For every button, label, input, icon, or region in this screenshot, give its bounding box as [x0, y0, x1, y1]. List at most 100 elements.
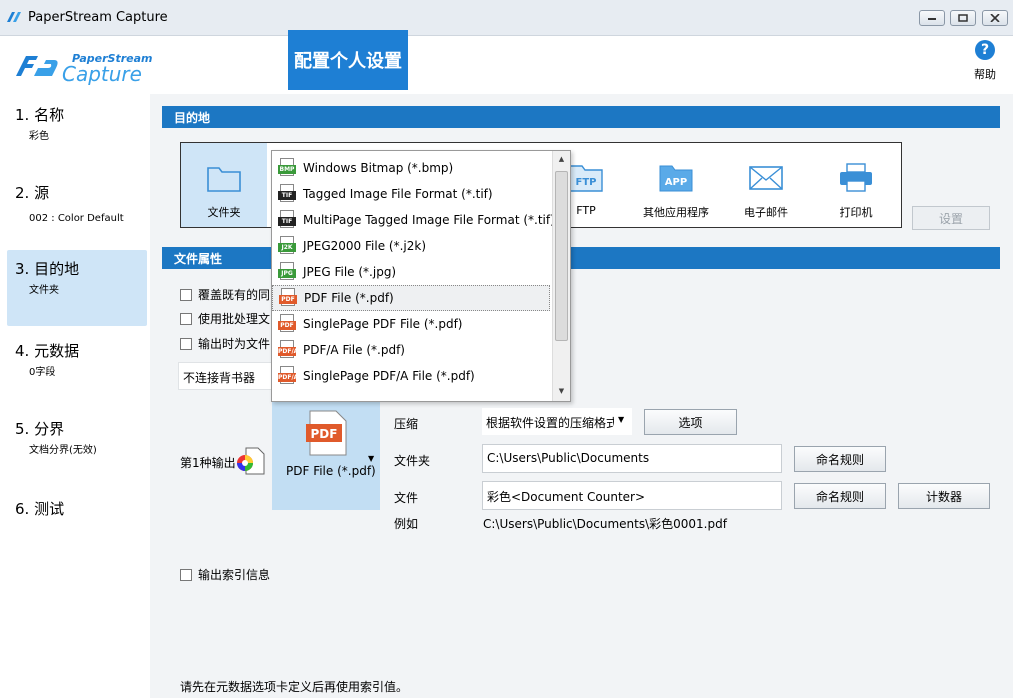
dropdown-option[interactable]: PDF/A PDF/A File (*.pdf)	[272, 337, 550, 363]
nav-step-sub: 0字段	[29, 367, 56, 378]
email-icon	[749, 166, 783, 190]
output-format-button[interactable]: PDF PDF File (*.pdf) ▼	[272, 394, 380, 510]
checkbox-box[interactable]	[180, 288, 192, 301]
logo-line2: Capture	[62, 62, 142, 86]
counter-button[interactable]: 计数器	[898, 483, 990, 509]
compression-select[interactable]: 根据软件设置的压缩格式 ▼	[482, 408, 632, 435]
dropdown-option[interactable]: TIF MultiPage Tagged Image File Format (*…	[272, 207, 555, 233]
nav-step-destination[interactable]: 3. 目的地 文件夹	[7, 250, 147, 326]
dropdown-option[interactable]: JPG JPEG File (*.jpg)	[272, 259, 550, 285]
nav-step-sub: 文档分界(无效)	[29, 445, 97, 456]
dropdown-option-label: Tagged Image File Format (*.tif)	[303, 187, 493, 201]
compression-label: 压缩	[394, 417, 419, 431]
destination-printer[interactable]: 打印机	[813, 143, 899, 227]
help-label: 帮助	[974, 68, 996, 81]
dropdown-option-label: Windows Bitmap (*.bmp)	[303, 161, 454, 175]
minimize-button[interactable]	[919, 10, 945, 26]
dropdown-option[interactable]: BMP Windows Bitmap (*.bmp)	[272, 155, 550, 181]
nav-step-name[interactable]: 1. 名称 彩色	[7, 96, 147, 172]
dropdown-option-label: SinglePage PDF File (*.pdf)	[303, 317, 463, 331]
compression-value: 根据软件设置的压缩格式	[486, 416, 614, 430]
file-type-icon: JPG	[278, 262, 296, 282]
dropdown-option[interactable]: J2K JPEG2000 File (*.j2k)	[272, 233, 550, 259]
tab-personal-settings[interactable]: 配置个人设置	[288, 30, 408, 90]
destination-folder[interactable]: 文件夹	[181, 143, 267, 227]
batch-file-checkbox[interactable]: 使用批处理文	[180, 310, 270, 327]
checkbox-box[interactable]	[180, 312, 192, 325]
destination-folder-label: 文件夹	[207, 206, 241, 219]
destination-printer-label: 打印机	[839, 206, 873, 219]
file-type-icon: PDF/A	[278, 366, 298, 386]
output-file-checkbox[interactable]: 输出时为文件	[180, 335, 270, 352]
dropdown-option-label: MultiPage Tagged Image File Format (*.ti…	[303, 213, 555, 227]
scroll-thumb[interactable]	[555, 171, 568, 341]
scroll-down-icon[interactable]: ▼	[553, 383, 570, 399]
maximize-button[interactable]	[950, 10, 976, 26]
nav-step-label: 5. 分界	[15, 420, 65, 438]
nav-step-label: 2. 源	[15, 184, 50, 202]
app-header: PaperStream Capture 配置个人设置 ? 帮助	[0, 30, 1013, 94]
dropdown-scrollbar[interactable]: ▲ ▼	[552, 151, 570, 401]
app-badge: APP	[665, 177, 687, 188]
nav-step-label: 3. 目的地	[15, 260, 80, 278]
file-label: 文件	[394, 491, 419, 505]
example-label: 例如	[394, 517, 419, 531]
nav-step-label: 1. 名称	[15, 106, 65, 124]
close-icon	[990, 14, 1000, 22]
file-type-icon: PDF	[278, 314, 296, 334]
ftp-badge: FTP	[576, 177, 597, 188]
file-format-dropdown: BMP Windows Bitmap (*.bmp) TIF Tagged Image…	[271, 150, 571, 402]
output-format-label: PDF File (*.pdf)	[286, 464, 376, 478]
file-type-icon: TIF	[278, 184, 296, 204]
file-name-input[interactable]: 彩色<Document Counter>	[482, 481, 782, 510]
nav-step-sub: 彩色	[29, 131, 49, 142]
destination-other-app-label: 其他应用程序	[643, 206, 709, 219]
file-type-icon: J2K	[278, 236, 296, 256]
folder-naming-rule-button[interactable]: 命名规则	[794, 446, 886, 472]
title-bar: PaperStream Capture	[0, 0, 1013, 36]
left-nav: 1. 名称 彩色 2. 源 002 : Color Default 3. 目的地…	[0, 94, 150, 698]
example-path: C:\Users\Public\Documents\彩色0001.pdf	[483, 517, 727, 531]
nav-step-source[interactable]: 2. 源 002 : Color Default	[7, 174, 147, 250]
help-button[interactable]: ? 帮助	[966, 40, 1004, 82]
chevron-down-icon: ▼	[618, 415, 625, 424]
dropdown-option-label: SinglePage PDF/A File (*.pdf)	[303, 369, 475, 383]
nav-step-sub: 文件夹	[29, 285, 59, 296]
file-naming-rule-button[interactable]: 命名规则	[794, 483, 886, 509]
checkbox-label: 使用批处理文	[198, 312, 271, 326]
file-type-icon: PDF/A	[278, 340, 298, 360]
destination-other-app[interactable]: APP 其他应用程序	[633, 143, 719, 227]
app-icon	[7, 12, 21, 22]
dropdown-option-label: PDF File (*.pdf)	[304, 291, 394, 305]
paperstream-logo: PaperStream Capture	[14, 46, 174, 86]
pdf-file-icon: PDF	[306, 410, 347, 456]
destination-email-label: 电子邮件	[744, 206, 788, 219]
checkbox-label: 覆盖既有的同	[198, 288, 271, 302]
settings-button[interactable]: 设置	[912, 206, 990, 230]
checkbox-box[interactable]	[180, 337, 192, 350]
nav-step-separation[interactable]: 5. 分界 文档分界(无效)	[7, 410, 147, 486]
dropdown-option[interactable]: PDF PDF File (*.pdf)	[272, 285, 550, 311]
dropdown-option[interactable]: PDF SinglePage PDF File (*.pdf)	[272, 311, 550, 337]
options-button[interactable]: 选项	[644, 409, 737, 435]
checkbox-box[interactable]	[180, 568, 192, 581]
output-label: 第1种输出	[180, 456, 236, 470]
close-button[interactable]	[982, 10, 1008, 26]
maximize-icon	[958, 14, 968, 22]
dropdown-option[interactable]: PDF/A SinglePage PDF/A File (*.pdf)	[272, 363, 550, 389]
destination-email[interactable]: 电子邮件	[723, 143, 809, 227]
endorser-select[interactable]: 不连接背书器	[178, 362, 272, 390]
file-type-icon: BMP	[278, 158, 296, 178]
folder-label: 文件夹	[394, 454, 431, 468]
scroll-up-icon[interactable]: ▲	[553, 151, 570, 167]
checkbox-label: 输出时为文件	[198, 337, 271, 351]
index-info-checkbox[interactable]: 输出索引信息	[180, 566, 270, 583]
window-title: PaperStream Capture	[28, 10, 168, 25]
dropdown-option[interactable]: TIF Tagged Image File Format (*.tif)	[272, 181, 550, 207]
minimize-icon	[928, 18, 936, 20]
nav-step-metadata[interactable]: 4. 元数据 0字段	[7, 332, 147, 408]
overwrite-checkbox[interactable]: 覆盖既有的同	[180, 286, 270, 303]
folder-path-input[interactable]: C:\Users\Public\Documents	[482, 444, 782, 473]
file-type-icon: PDF	[279, 288, 297, 308]
nav-step-test[interactable]: 6. 测试	[7, 490, 147, 566]
